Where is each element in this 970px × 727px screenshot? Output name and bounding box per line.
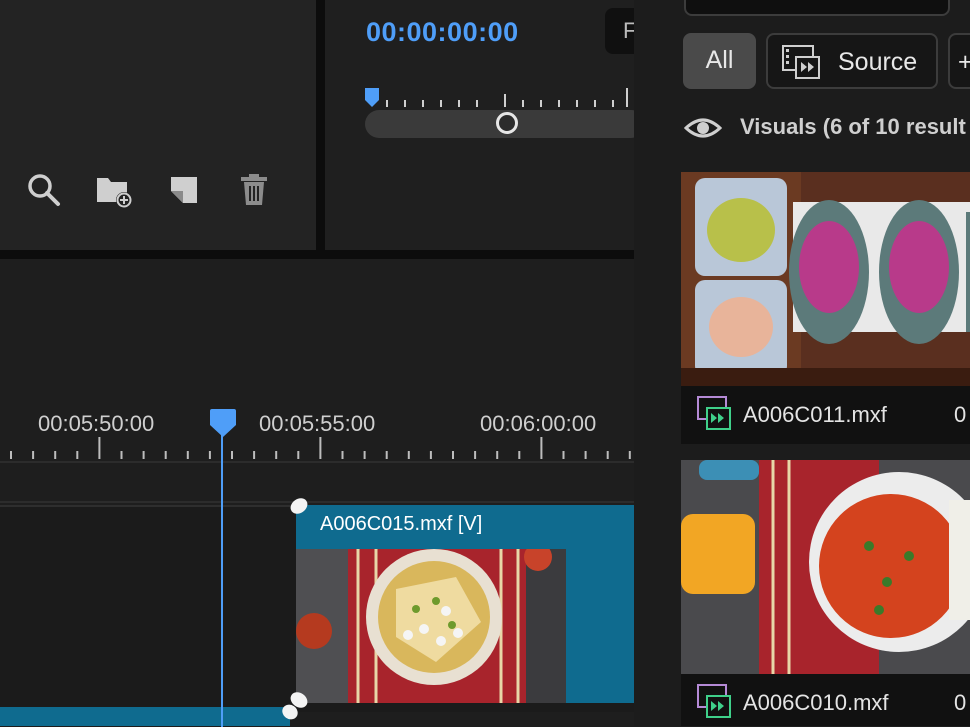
playhead-marker-icon bbox=[365, 88, 379, 107]
video-file-icon bbox=[697, 684, 731, 718]
source-icon bbox=[782, 45, 820, 79]
monitor-ruler[interactable] bbox=[365, 88, 635, 108]
result-thumbnail bbox=[681, 172, 970, 386]
zoom-handle[interactable] bbox=[496, 112, 518, 134]
result-name: A006C011.mxf bbox=[743, 402, 887, 427]
video-file-icon bbox=[697, 396, 731, 430]
result-duration: 0 bbox=[954, 402, 967, 427]
timecode-display[interactable]: 00:00:00:00 bbox=[366, 17, 519, 48]
trash-icon bbox=[241, 174, 267, 205]
filter-all[interactable]: All bbox=[683, 33, 756, 89]
search-results-panel: All Source + Visuals (6 of 10 result A00… bbox=[634, 0, 970, 726]
eye-icon[interactable] bbox=[684, 114, 722, 142]
result-name: A006C010.mxf bbox=[743, 690, 889, 715]
monitor-button[interactable]: F bbox=[605, 8, 635, 54]
panel-divider[interactable] bbox=[0, 250, 634, 259]
new-bin-button[interactable] bbox=[94, 170, 134, 210]
filter-more[interactable]: + bbox=[948, 33, 970, 89]
timeline-panel: 00:05:50:00 00:05:55:00 00:06:00:00 A006… bbox=[0, 259, 634, 727]
search-icon bbox=[28, 174, 60, 206]
result-thumbnail bbox=[681, 460, 970, 674]
new-item-button[interactable] bbox=[164, 170, 204, 210]
lower-track-clip[interactable] bbox=[0, 707, 290, 726]
project-panel bbox=[0, 0, 316, 250]
result-card[interactable]: A006C011.mxf 0 bbox=[681, 172, 970, 444]
clip-title: A006C015.mxf [V] bbox=[320, 513, 483, 535]
panel-divider[interactable] bbox=[316, 0, 325, 252]
playhead-icon[interactable] bbox=[210, 409, 236, 437]
result-card[interactable]: A006C010.mxf 0 bbox=[681, 460, 970, 726]
results-label: Visuals (6 of 10 result bbox=[740, 114, 966, 139]
program-monitor: 00:00:00:00 F bbox=[325, 0, 635, 250]
track-divider bbox=[0, 501, 634, 503]
filter-source[interactable]: Source bbox=[766, 33, 938, 89]
delete-button[interactable] bbox=[234, 170, 274, 210]
playhead-line[interactable] bbox=[221, 427, 223, 727]
search-field[interactable] bbox=[684, 0, 950, 16]
timeline-clip[interactable]: A006C015.mxf [V] bbox=[287, 495, 634, 711]
new-bin-icon bbox=[97, 178, 132, 208]
time-ruler[interactable] bbox=[0, 431, 634, 463]
filter-source-label: Source bbox=[838, 48, 918, 76]
result-duration: 0 bbox=[954, 690, 967, 715]
clip-thumbnail bbox=[296, 549, 566, 703]
search-button[interactable] bbox=[24, 170, 64, 210]
new-item-icon bbox=[171, 177, 197, 203]
zoom-scrollbar[interactable] bbox=[365, 110, 635, 138]
